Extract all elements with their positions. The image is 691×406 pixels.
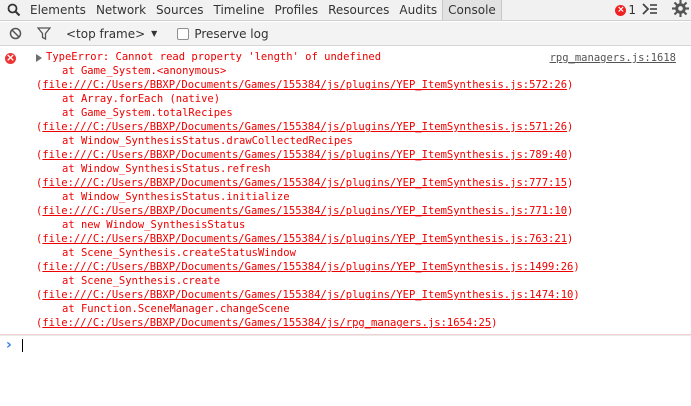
stack-frame-link[interactable]: file:///C:/Users/BBXP/Documents/Games/15… — [42, 233, 567, 245]
stack-frame-link[interactable]: file:///C:/Users/BBXP/Documents/Games/15… — [42, 177, 567, 189]
filter-icon[interactable] — [34, 24, 54, 44]
gear-icon[interactable] — [672, 0, 689, 20]
error-body: TypeError: Cannot read property 'length'… — [36, 50, 691, 330]
stack-frame-location: (file:///C:/Users/BBXP/Documents/Games/1… — [36, 289, 580, 301]
source-link[interactable]: rpg_managers.js:1618 — [550, 51, 676, 65]
stack-frame-location: (file:///C:/Users/BBXP/Documents/Games/1… — [36, 233, 574, 245]
preserve-log-label: Preserve log — [194, 26, 269, 41]
error-count-badge[interactable]: × 1 — [615, 3, 636, 17]
tab-profiles[interactable]: Profiles — [270, 0, 324, 20]
stack-frame-link[interactable]: file:///C:/Users/BBXP/Documents/Games/15… — [42, 79, 567, 91]
stack-frame-function: at Window_SynthesisStatus.initialize — [62, 191, 290, 203]
stack-frame-function: at Window_SynthesisStatus.refresh — [62, 163, 271, 175]
stack-frame-location: (file:///C:/Users/BBXP/Documents/Games/1… — [36, 79, 574, 91]
tab-resources[interactable]: Resources — [323, 0, 394, 20]
preserve-log-toggle[interactable]: Preserve log — [177, 26, 269, 41]
error-count: 1 — [628, 3, 636, 17]
preserve-log-checkbox[interactable] — [177, 27, 190, 40]
stack-frame-location: (file:///C:/Users/BBXP/Documents/Games/1… — [36, 121, 574, 133]
tab-network[interactable]: Network — [91, 0, 151, 20]
stack-frame-function: at Function.SceneManager.changeScene — [62, 303, 290, 315]
tab-sources[interactable]: Sources — [151, 0, 208, 20]
stack-frame-location: (file:///C:/Users/BBXP/Documents/Games/1… — [36, 205, 574, 217]
stack-frame-function: at Game_System.totalRecipes — [62, 107, 233, 119]
stack-frame-link[interactable]: file:///C:/Users/BBXP/Documents/Games/15… — [42, 317, 491, 329]
stack-trace: at Game_System.<anonymous> (file:///C:/Us… — [36, 64, 691, 330]
error-icon — [5, 51, 16, 64]
right-tools: × 1 — [615, 0, 691, 20]
prompt-chevron-icon: › — [6, 337, 12, 353]
drawer-toggle-icon[interactable] — [642, 2, 658, 18]
expand-triangle-icon[interactable] — [36, 54, 42, 62]
stack-frame-function: at new Window_SynthesisStatus — [62, 219, 246, 231]
frame-selector[interactable]: <top frame> ▼ — [66, 27, 157, 41]
tab-console[interactable]: Console — [442, 0, 502, 20]
console-output: rpg_managers.js:1618 TypeError: Cannot r… — [0, 47, 691, 354]
stack-frame-function: at Array.forEach (native) — [62, 93, 221, 105]
frame-selector-label: <top frame> — [66, 26, 146, 41]
tab-timeline[interactable]: Timeline — [209, 0, 270, 20]
chevron-down-icon: ▼ — [151, 29, 158, 38]
stack-frame-function: at Game_System.<anonymous> — [62, 65, 227, 77]
stack-frame-location: (file:///C:/Users/BBXP/Documents/Games/1… — [36, 177, 574, 189]
error-message: rpg_managers.js:1618 TypeError: Cannot r… — [0, 47, 691, 335]
error-icon: × — [615, 4, 627, 16]
clear-console-icon[interactable] — [5, 24, 25, 44]
stack-frame-link[interactable]: file:///C:/Users/BBXP/Documents/Games/15… — [42, 261, 573, 273]
stack-frame-link[interactable]: file:///C:/Users/BBXP/Documents/Games/15… — [42, 149, 567, 161]
stack-frame-location: (file:///C:/Users/BBXP/Documents/Games/1… — [36, 149, 574, 161]
stack-frame-function: at Scene_Synthesis.createStatusWindow — [62, 247, 296, 259]
devtools-tabbar: Elements Network Sources Timeline Profil… — [0, 0, 691, 21]
tab-elements[interactable]: Elements — [25, 0, 91, 20]
search-icon[interactable] — [3, 0, 25, 20]
stack-frame-link[interactable]: file:///C:/Users/BBXP/Documents/Games/15… — [42, 289, 573, 301]
stack-frame-function: at Scene_Synthesis.create — [62, 275, 221, 287]
text-caret — [22, 339, 23, 352]
stack-frame-link[interactable]: file:///C:/Users/BBXP/Documents/Games/15… — [42, 205, 567, 217]
stack-frame-location: (file:///C:/Users/BBXP/Documents/Games/1… — [36, 317, 498, 329]
tab-audits[interactable]: Audits — [394, 0, 442, 20]
stack-frame-link[interactable]: file:///C:/Users/BBXP/Documents/Games/15… — [42, 121, 567, 133]
console-toolbar: <top frame> ▼ Preserve log — [0, 22, 691, 46]
stack-frame-function: at Window_SynthesisStatus.drawCollectedR… — [62, 135, 353, 147]
console-prompt[interactable]: › — [0, 335, 691, 354]
stack-frame-location: (file:///C:/Users/BBXP/Documents/Games/1… — [36, 261, 580, 273]
